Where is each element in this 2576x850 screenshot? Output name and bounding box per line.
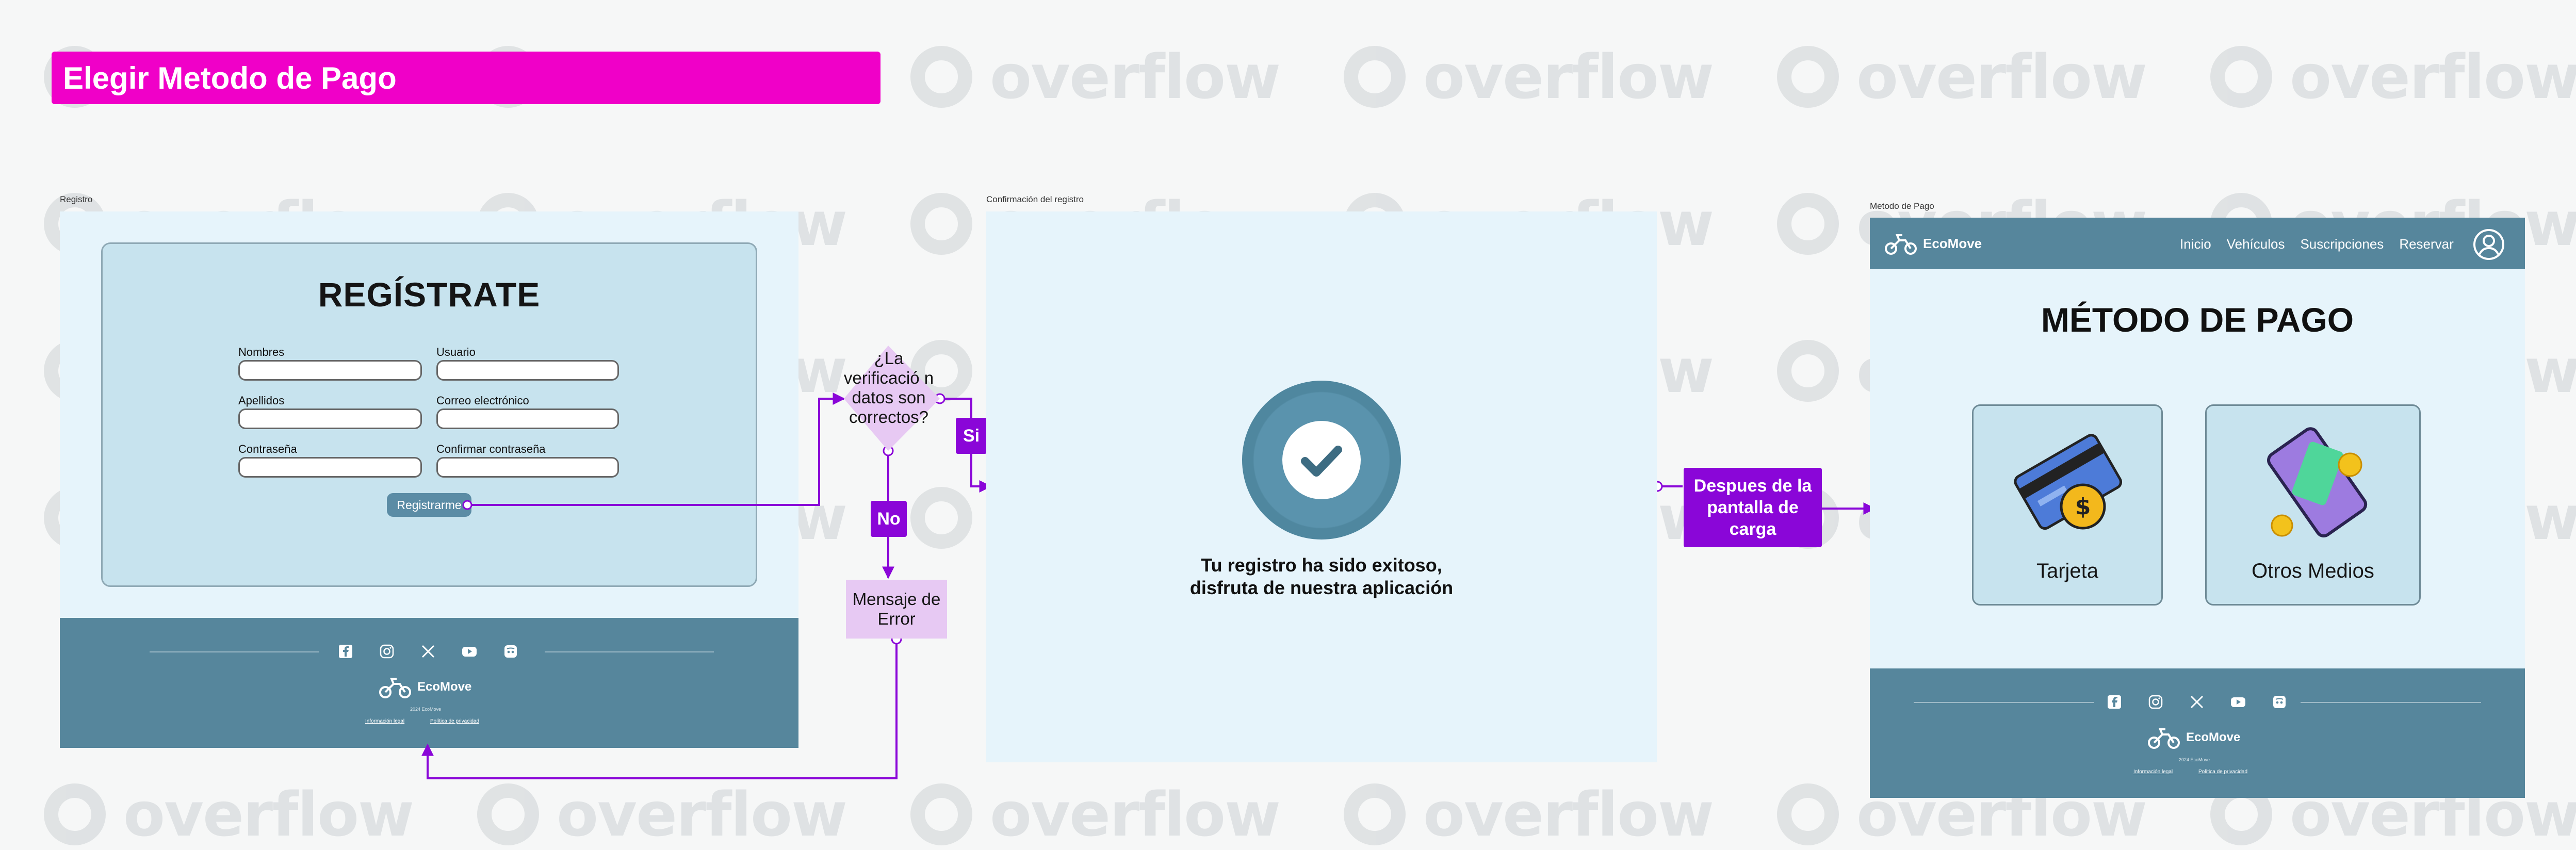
no-label: No — [871, 501, 907, 537]
footer-brand-name: EcoMove — [2186, 730, 2241, 744]
footer-copyright: 2024 EcoMove — [2179, 757, 2210, 762]
svg-text:$: $ — [2075, 494, 2091, 520]
confirmation-line-2: disfruta de nuestra aplicación — [1189, 577, 1454, 598]
frame-label-metodo-pago: Metodo de Pago — [1870, 201, 1934, 211]
confirmation-message: Tu registro ha sido exitoso, disfruta de… — [1141, 554, 1502, 599]
otros-medios-label: Otros Medios — [2252, 560, 2374, 582]
nav-suscripciones[interactable]: Suscripciones — [2300, 236, 2384, 252]
user-account-icon[interactable] — [2473, 228, 2505, 263]
facebook-icon[interactable] — [2107, 694, 2122, 710]
check-icon — [1282, 421, 1361, 499]
instagram-icon[interactable] — [2148, 694, 2163, 710]
payment-title: MÉTODO DE PAGO — [2041, 301, 2354, 339]
error-message-box: Mensaje de Error — [846, 580, 947, 639]
scooter-logo-icon — [1885, 234, 1917, 255]
nav-inicio[interactable]: Inicio — [2180, 236, 2211, 252]
discord-icon[interactable] — [2272, 694, 2287, 710]
footer-divider — [2301, 702, 2481, 703]
main-nav: Inicio Vehículos Suscripciones Reservar — [2180, 236, 2454, 252]
after-loading-box: Despues de la pantalla de carga — [1684, 468, 1822, 547]
scooter-logo-icon — [2148, 728, 2180, 749]
credit-card-icon: $ — [2014, 434, 2123, 530]
footer-divider — [1914, 702, 2094, 703]
payment-option-otros-medios[interactable]: Otros Medios — [2205, 404, 2421, 606]
payment-option-tarjeta[interactable]: $ Tarjeta — [1972, 404, 2163, 606]
x-icon[interactable] — [2189, 694, 2205, 710]
header-brand-name: EcoMove — [1923, 235, 1982, 251]
youtube-icon[interactable] — [2230, 694, 2246, 710]
header-brand: EcoMove — [1884, 231, 1982, 256]
frame-label-confirmacion: Confirmación del registro — [986, 194, 1084, 204]
success-badge — [1242, 381, 1401, 540]
footer-link-privacy[interactable]: Política de privacidad — [2198, 769, 2247, 775]
footer-link-legal[interactable]: Información legal — [2133, 769, 2173, 775]
footer-brand: EcoMove — [2147, 725, 2240, 750]
nav-vehiculos[interactable]: Vehículos — [2227, 236, 2285, 252]
phone-money-icon — [2267, 427, 2368, 538]
arrow-registrarme-to-decision — [467, 393, 845, 506]
arrow-error-to-registro — [421, 639, 898, 779]
tarjeta-label: Tarjeta — [2036, 560, 2099, 582]
decision-text: ¿La verificació n datos son correctos? — [843, 349, 934, 427]
yes-label: Si — [956, 418, 987, 454]
social-icons — [2107, 694, 2287, 710]
confirmation-line-1: Tu registro ha sido exitoso, — [1201, 554, 1442, 576]
nav-reservar[interactable]: Reservar — [2399, 236, 2453, 252]
